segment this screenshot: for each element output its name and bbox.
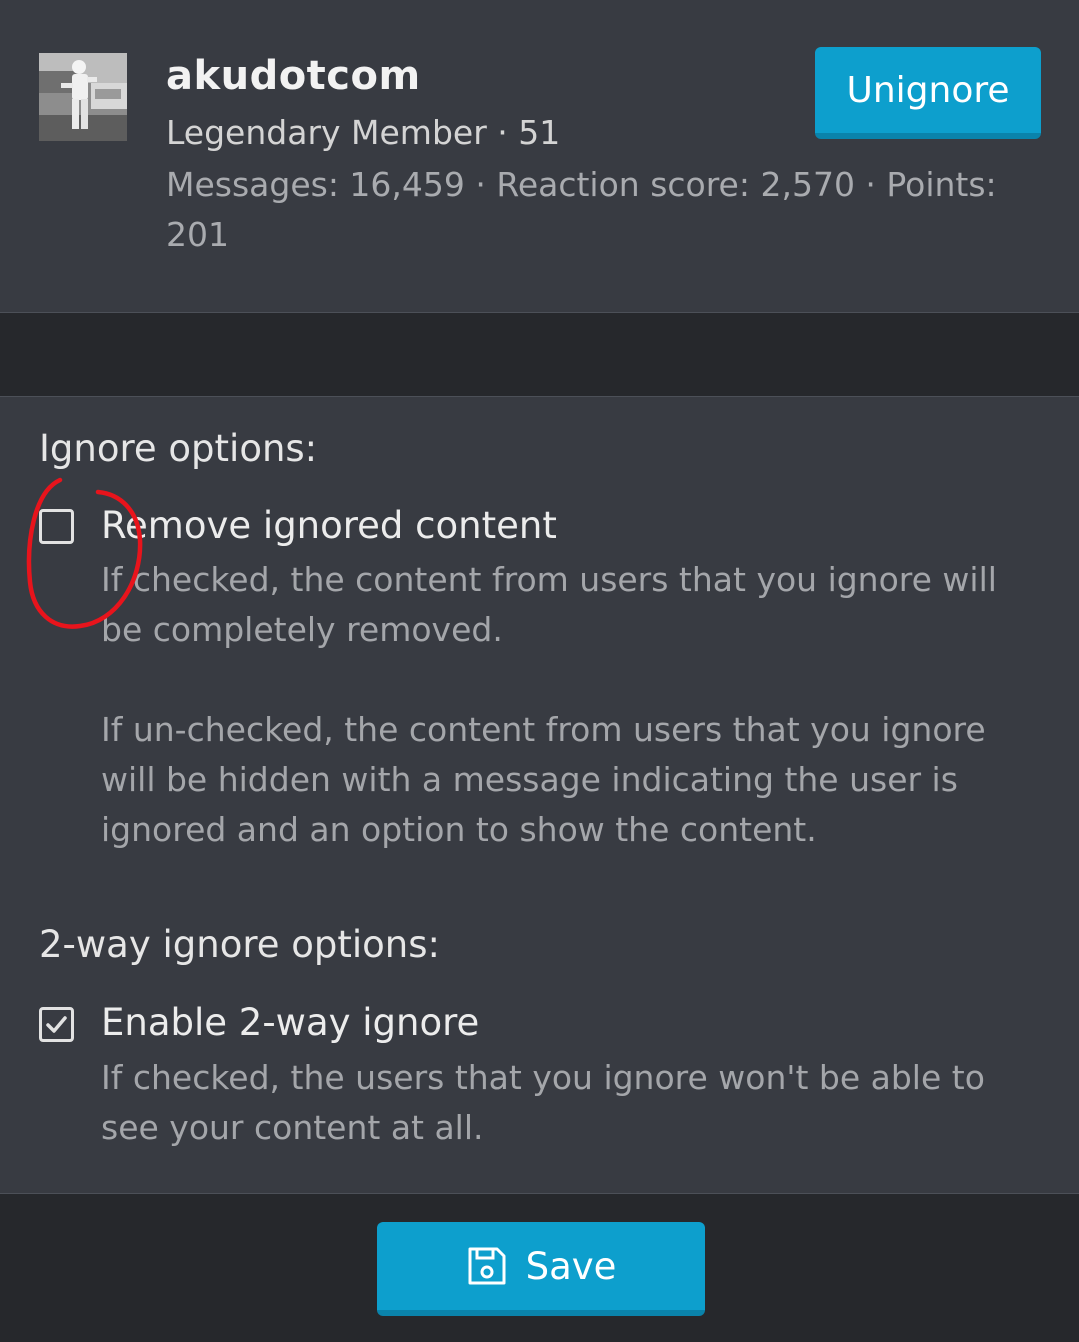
remove-ignored-content-checkbox[interactable] bbox=[39, 509, 74, 544]
remove-ignored-content-label[interactable]: Remove ignored content bbox=[101, 501, 557, 551]
remove-ignored-content-hint-checked: If checked, the content from users that … bbox=[101, 560, 997, 649]
ignore-settings-page: akudotcom Legendary Member · 51 Messages… bbox=[0, 0, 1079, 1342]
save-button-label: Save bbox=[525, 1244, 617, 1288]
ignore-options-heading: Ignore options: bbox=[39, 427, 318, 470]
user-title: Legendary Member · 51 bbox=[166, 113, 561, 152]
avatar-photo-icon bbox=[39, 53, 127, 141]
unignore-button[interactable]: Unignore bbox=[815, 47, 1041, 139]
ignore-options-panel: Ignore options: Remove ignored content I… bbox=[0, 397, 1079, 1193]
save-button[interactable]: Save bbox=[377, 1222, 705, 1316]
section-divider bbox=[0, 313, 1079, 397]
form-footer: Save bbox=[0, 1193, 1079, 1342]
remove-ignored-content-hint-unchecked: If un-checked, the content from users th… bbox=[101, 710, 986, 849]
enable-two-way-ignore-checkbox[interactable] bbox=[39, 1007, 74, 1042]
enable-two-way-ignore-hint: If checked, the users that you ignore wo… bbox=[101, 1058, 985, 1147]
user-header: akudotcom Legendary Member · 51 Messages… bbox=[0, 0, 1079, 313]
avatar[interactable] bbox=[39, 53, 127, 141]
checkmark-icon bbox=[46, 1016, 67, 1033]
floppy-disk-icon bbox=[466, 1245, 508, 1287]
enable-two-way-ignore-label[interactable]: Enable 2-way ignore bbox=[101, 998, 479, 1048]
user-stats: Messages: 16,459 · Reaction score: 2,570… bbox=[166, 165, 997, 254]
two-way-ignore-heading: 2-way ignore options: bbox=[39, 923, 441, 966]
username[interactable]: akudotcom bbox=[166, 50, 421, 102]
